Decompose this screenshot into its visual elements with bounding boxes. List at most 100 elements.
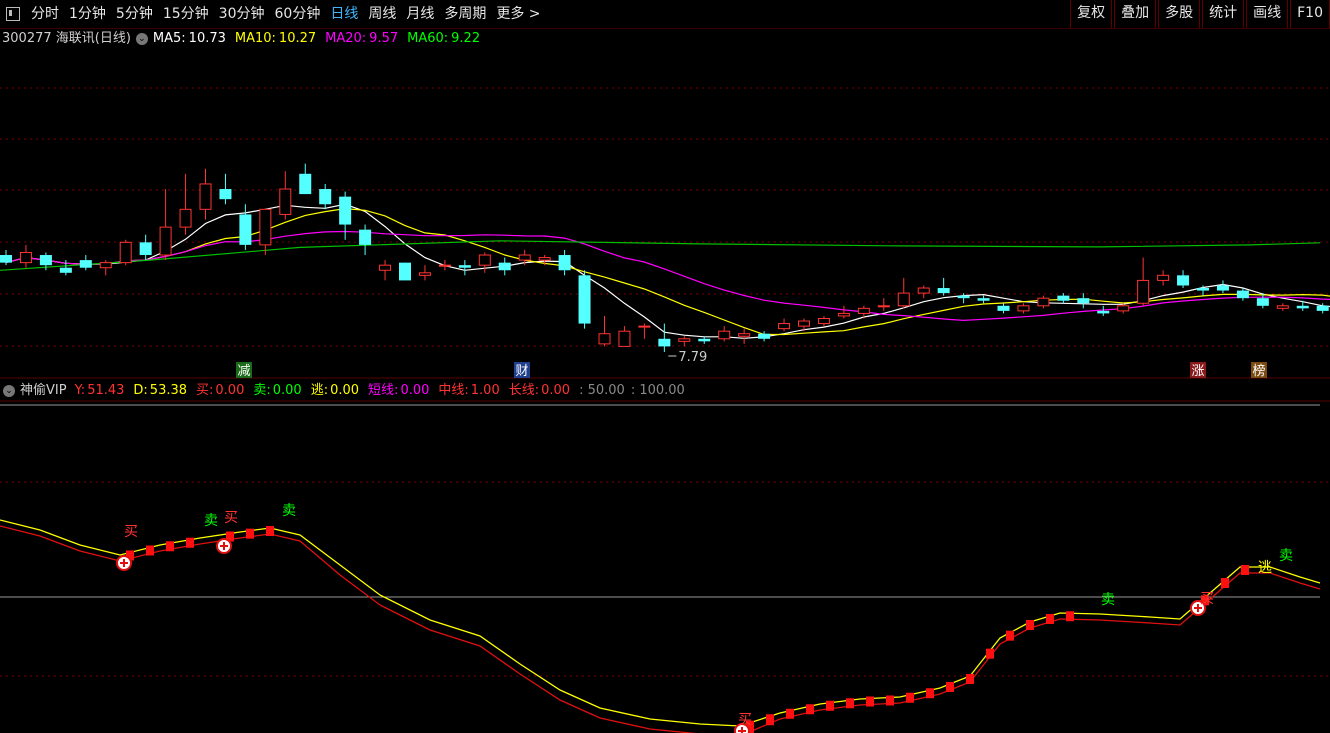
candle-body xyxy=(1256,298,1269,306)
buy-signal-icon xyxy=(216,538,232,554)
candle-body xyxy=(877,305,890,308)
toolbar-button-2[interactable]: 多股 xyxy=(1158,0,1201,28)
indicator-bar xyxy=(166,541,174,552)
indicator-value-5: 短线: 0.00 xyxy=(368,383,429,398)
tab-period-8[interactable]: 月线 xyxy=(401,0,439,28)
tab-period-0[interactable]: 分时 xyxy=(26,0,64,28)
toolbar-button-1[interactable]: 叠加 xyxy=(1114,0,1157,28)
ma10-line xyxy=(5,207,1330,336)
indicator-level-1: : 100.00 xyxy=(630,383,685,398)
tab-period-5[interactable]: 60分钟 xyxy=(270,0,326,28)
candle-body xyxy=(1296,305,1309,309)
candle-body xyxy=(658,338,671,347)
indicator-bar xyxy=(906,692,914,703)
candle-body xyxy=(379,264,392,271)
candle-body xyxy=(698,338,711,342)
tab-period-3[interactable]: 15分钟 xyxy=(158,0,214,28)
indicator-label: 短线: xyxy=(368,383,399,398)
candle-body xyxy=(219,189,232,200)
candle-body xyxy=(259,208,272,246)
indicator-bar xyxy=(826,700,834,711)
candle-body xyxy=(319,189,332,205)
panel-toggle-icon[interactable] xyxy=(6,7,20,21)
low-price-label: 7.79 xyxy=(678,350,707,365)
period-toolbar: 分时 1分钟 5分钟 15分钟 30分钟 60分钟 日线 周线 月线 多周期 更多 > 复权 叠加 多股… xyxy=(0,0,1330,29)
candle-body xyxy=(798,320,810,327)
ma-value-1: MA10: 10.27 xyxy=(235,31,316,46)
candle-body xyxy=(997,305,1010,311)
indicator-bar xyxy=(1006,630,1014,641)
tab-period-4[interactable]: 30分钟 xyxy=(214,0,270,28)
indicator-bar xyxy=(1066,611,1074,622)
event-marker-text: 榜 xyxy=(1252,363,1265,379)
candle-body xyxy=(1077,298,1090,304)
candle-body xyxy=(518,254,531,261)
signal-label: 卖 xyxy=(1279,548,1293,564)
indicator-bar xyxy=(886,695,894,706)
indicator-number: 1.00 xyxy=(470,383,500,398)
ma-value-0: MA5: 10.73 xyxy=(153,31,226,46)
candle-body xyxy=(339,196,352,225)
tab-period-7[interactable]: 周线 xyxy=(363,0,401,28)
candle-body xyxy=(1057,295,1070,301)
event-marker xyxy=(1190,362,1206,378)
event-marker-text: 涨 xyxy=(1191,364,1204,379)
ma-number: 9.22 xyxy=(451,31,481,46)
tab-period-2[interactable]: 5分钟 xyxy=(111,0,158,28)
indicator-bar xyxy=(1046,614,1054,624)
chevron-down-icon[interactable]: ⌄ xyxy=(135,33,148,45)
tab-period-9[interactable]: 多周期 xyxy=(439,0,491,28)
candle-body xyxy=(957,295,970,299)
indicator-value-4: 逃: 0.00 xyxy=(311,383,359,398)
candle-body xyxy=(778,323,791,330)
candle-body xyxy=(1316,305,1329,311)
signal-label: 卖 xyxy=(204,513,218,529)
ma-label: MA10: xyxy=(234,31,276,46)
indicator-value-2: 买: 0.00 xyxy=(196,383,244,398)
indicator-bar xyxy=(1221,578,1229,588)
indicator-number: 0.00 xyxy=(272,383,302,398)
toolbar-button-4[interactable]: 画线 xyxy=(1246,0,1289,28)
candle-body xyxy=(399,262,411,281)
tab-period-10[interactable]: 更多 > xyxy=(491,0,545,28)
candle-body xyxy=(678,338,691,342)
ma-number: 10.27 xyxy=(278,31,317,46)
toolbar-button-0[interactable]: 复权 xyxy=(1070,0,1113,28)
tab-period-1[interactable]: 1分钟 xyxy=(64,0,111,28)
indicator-value-0: Y: 51.43 xyxy=(75,383,125,398)
toolbar-button-5[interactable]: F10 xyxy=(1290,0,1330,28)
indicator-values: Y: 51.43 D: 53.38 买: 0.00 卖: 0.00 逃: 0.00 短线: 0.00 中… xyxy=(75,381,691,401)
signal-label: 卖 xyxy=(282,503,296,519)
indicator-value-1: D: 53.38 xyxy=(133,383,187,398)
period-tab-list: 分时 1分钟 5分钟 15分钟 30分钟 60分钟 日线 周线 月线 多周期 更多 > xyxy=(26,0,546,28)
candle-body xyxy=(59,267,72,273)
candle-body xyxy=(837,312,850,317)
candle-body xyxy=(618,330,631,347)
indicator-bar xyxy=(1241,565,1249,575)
candle-body xyxy=(458,265,471,268)
event-marker xyxy=(236,362,252,378)
candle-body xyxy=(897,292,910,307)
tab-period-6[interactable]: 日线 xyxy=(325,0,363,28)
indicator-level-0: : 50.00 xyxy=(579,383,625,398)
candle-body xyxy=(538,257,551,261)
candle-body xyxy=(39,255,52,266)
kline-chart: 买买卖卖卖卖逃买买 13.627.79减财涨榜 xyxy=(0,87,1330,733)
candle-body xyxy=(1117,305,1130,312)
indicator-label: 买: xyxy=(196,383,214,398)
candle-body xyxy=(139,242,152,256)
candle-body xyxy=(179,208,192,228)
stock-label: 300277 海联讯(日线) xyxy=(2,31,131,46)
y-line xyxy=(0,525,1321,733)
candle-body xyxy=(1157,274,1170,281)
candle-body xyxy=(817,317,830,325)
indicator-bar xyxy=(946,682,954,692)
indicator-bar xyxy=(766,714,774,726)
indicator-bar xyxy=(246,528,254,539)
candle-body xyxy=(498,262,511,271)
candle-body xyxy=(937,288,950,294)
toolbar-button-3[interactable]: 统计 xyxy=(1202,0,1245,28)
indicator-bar xyxy=(226,531,234,542)
indicator-info-bar: ⌄ 神偷VIP Y: 51.43 D: 53.38 买: 0.00 卖: 0.00 逃: 0.00… xyxy=(0,381,691,401)
chevron-down-icon[interactable]: ⌄ xyxy=(3,385,15,397)
